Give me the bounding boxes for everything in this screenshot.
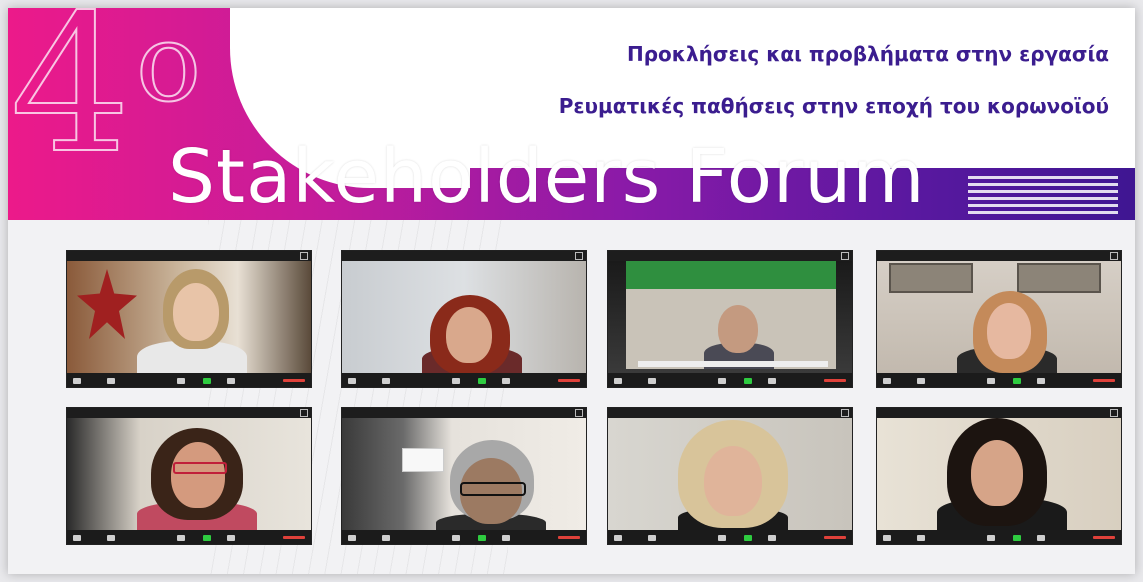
video-tile-4[interactable] [876,250,1122,388]
subtitle-line-2: Ρευματικές παθήσεις στην εποχή του κορων… [558,94,1109,118]
edition-number: 4 [9,8,132,195]
zoom-controls[interactable] [608,373,852,387]
edition-ordinal: ο [135,8,202,126]
wall-picture [889,263,973,293]
expand-icon[interactable] [575,409,583,417]
zoom-controls[interactable] [877,530,1121,544]
forum-slide: 4 ο Προκλήσεις και προβλήματα στην εργασ… [8,8,1135,574]
decorative-stripes [968,176,1118,218]
zoom-controls[interactable] [67,530,311,544]
expand-icon[interactable] [841,252,849,260]
expand-icon[interactable] [300,252,308,260]
zoom-controls[interactable] [67,373,311,387]
zoom-controls[interactable] [877,373,1121,387]
expand-icon[interactable] [1110,252,1118,260]
video-tile-6[interactable] [341,407,587,545]
star-decoration [77,269,137,339]
shared-screen [626,261,836,289]
expand-icon[interactable] [841,409,849,417]
participant-face [971,440,1023,506]
participant-face [446,307,492,363]
video-tile-3[interactable] [607,250,853,388]
air-conditioner [402,448,444,472]
participant-face [987,303,1031,359]
zoom-controls[interactable] [342,373,586,387]
video-tile-1[interactable] [66,250,312,388]
wall-picture [1017,263,1101,293]
expand-icon[interactable] [300,409,308,417]
participant-face [171,442,225,508]
zoom-controls[interactable] [342,530,586,544]
video-tile-5[interactable] [66,407,312,545]
expand-icon[interactable] [1110,409,1118,417]
glasses-icon [173,462,227,474]
forum-title: Stakeholders Forum [168,134,926,220]
subtitle-line-1: Προκλήσεις και προβλήματα στην εργασία [626,42,1109,66]
participant-face [704,446,762,516]
participant-face [718,305,758,353]
glasses-icon [460,482,526,496]
event-banner: 4 ο Προκλήσεις και προβλήματα στην εργασ… [8,8,1135,220]
zoom-controls[interactable] [608,530,852,544]
video-tile-2[interactable] [341,250,587,388]
participant-face [173,283,219,341]
video-tile-8[interactable] [876,407,1122,545]
expand-icon[interactable] [575,252,583,260]
video-tile-7[interactable] [607,407,853,545]
